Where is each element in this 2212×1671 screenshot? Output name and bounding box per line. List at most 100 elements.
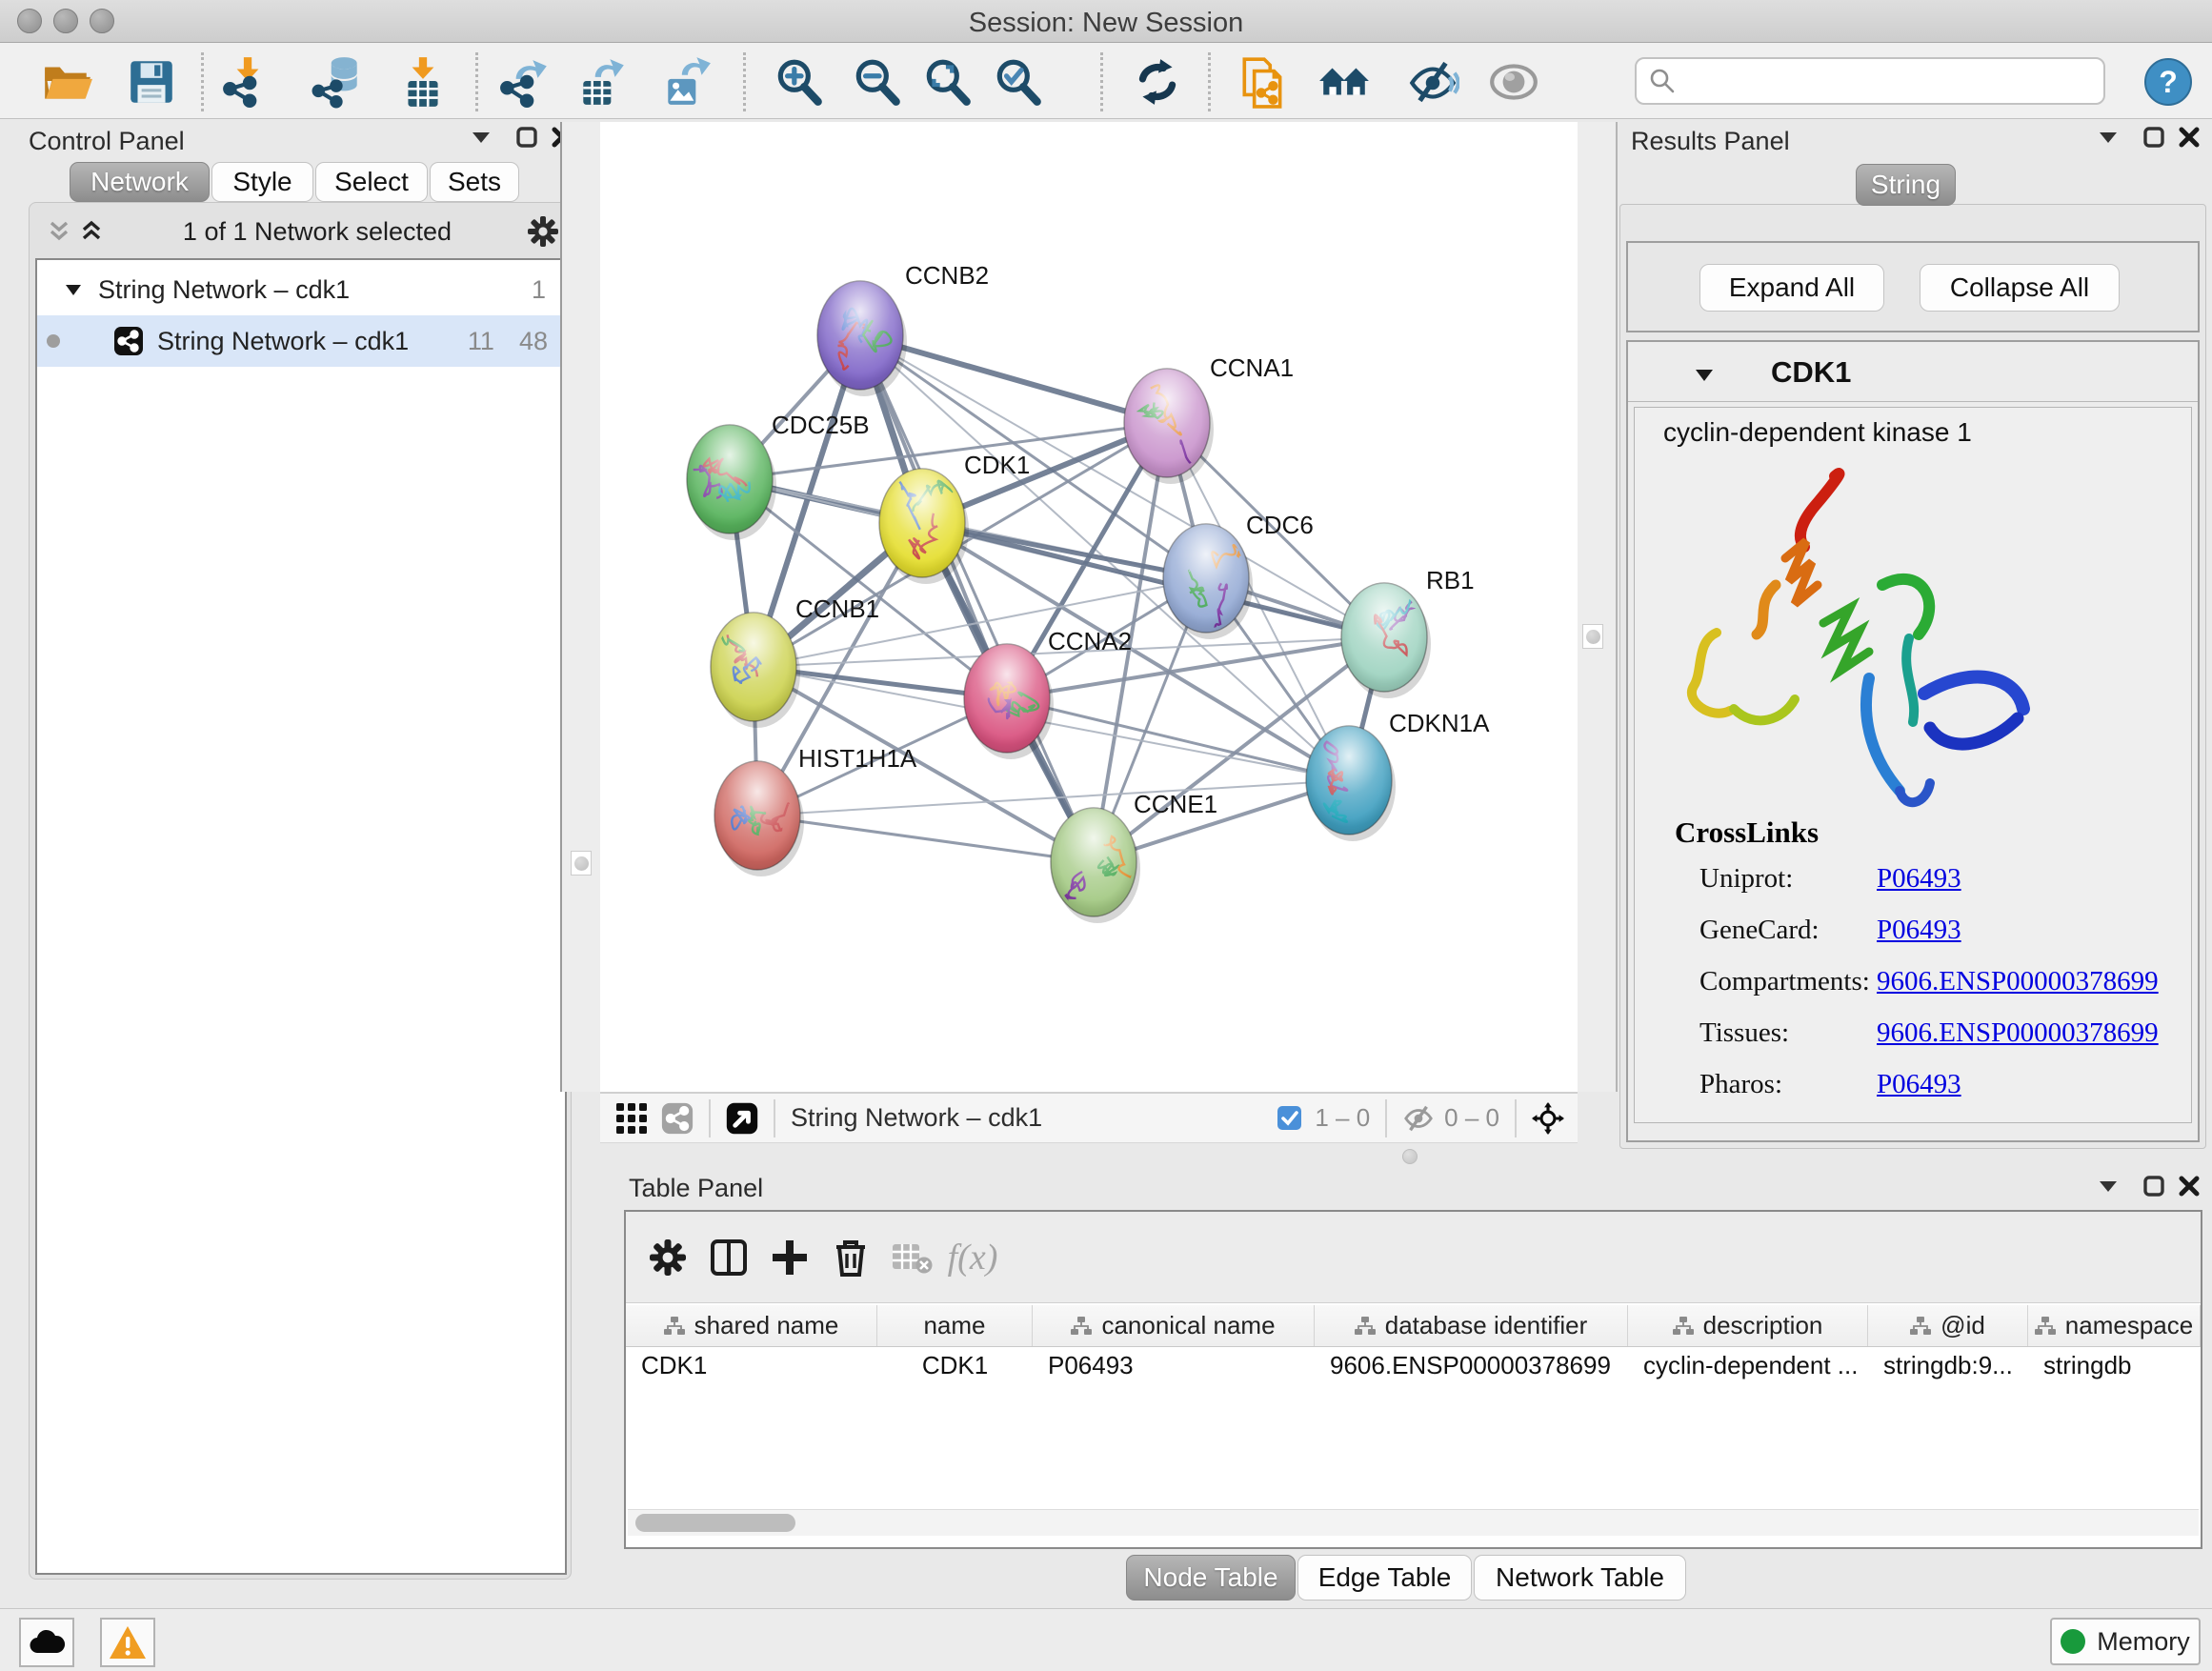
network-node-cdkn1a[interactable] — [1306, 726, 1396, 841]
network-node-hist1h1a[interactable] — [714, 761, 804, 876]
collapse-all-button[interactable]: Collapse All — [1920, 264, 2120, 312]
column-header-canonical-name[interactable]: canonical name — [1033, 1305, 1315, 1346]
crosslink-value-link[interactable]: P06493 — [1877, 863, 1961, 895]
search-input[interactable] — [1635, 57, 2105, 105]
tab-network[interactable]: Network — [70, 162, 210, 202]
network-node-rb1[interactable] — [1341, 582, 1431, 698]
table-cell[interactable]: CDK1 — [877, 1347, 1033, 1387]
column-header-shared-name[interactable]: shared name — [626, 1305, 877, 1346]
birdseye-view-icon[interactable] — [726, 1102, 758, 1135]
network-collection-row[interactable]: String Network – cdk1 1 — [37, 264, 565, 315]
hidden-eye-icon[interactable] — [1402, 1102, 1435, 1135]
network-edge[interactable] — [757, 815, 1094, 862]
section-collapse-icon[interactable] — [1695, 367, 1714, 384]
column-header-label: description — [1703, 1311, 1823, 1340]
toolbar-separator — [201, 52, 204, 111]
import-network-file-icon[interactable] — [220, 55, 273, 109]
tab-select[interactable]: Select — [315, 162, 428, 202]
column-header-database-identifier[interactable]: database identifier — [1315, 1305, 1628, 1346]
node-count: 11 — [468, 327, 494, 356]
table-cell[interactable]: cyclin-dependent ... — [1628, 1347, 1868, 1387]
right-splitter[interactable] — [1578, 122, 1618, 1092]
clone-network-icon[interactable] — [1237, 55, 1290, 109]
network-row[interactable]: String Network – cdk1 11 48 — [37, 315, 565, 367]
crosslink-value-link[interactable]: 9606.ENSP00000378699 — [1877, 966, 2159, 997]
table-gear-icon[interactable] — [637, 1227, 698, 1288]
network-edge[interactable] — [1007, 698, 1349, 780]
export-network-icon[interactable] — [498, 55, 552, 109]
right-splitter-handle[interactable] — [1582, 624, 1603, 649]
expand-all-button[interactable]: Expand All — [1699, 264, 1884, 312]
network-node-ccnb1[interactable] — [711, 613, 800, 728]
collapse-all-icon[interactable] — [43, 215, 75, 248]
memory-button[interactable]: Memory — [2050, 1618, 2201, 1665]
hud-eye-icon[interactable] — [1406, 55, 1459, 109]
open-session-icon[interactable] — [40, 55, 93, 109]
home-icon[interactable] — [1317, 55, 1371, 109]
tab-network-table[interactable]: Network Table — [1474, 1555, 1686, 1601]
network-canvas[interactable]: CCNB2CCNA1CDC25BCDK1CDC6RB1CCNB1CCNA2CDK… — [600, 122, 1578, 1092]
add-column-icon[interactable] — [759, 1227, 820, 1288]
bottom-splitter-handle[interactable] — [1402, 1149, 1418, 1164]
column-header-description[interactable]: description — [1628, 1305, 1868, 1346]
import-table-file-icon[interactable] — [396, 55, 450, 109]
maximize-panel-icon[interactable] — [511, 121, 543, 153]
scrollbar-thumb[interactable] — [635, 1514, 795, 1532]
close-panel-icon[interactable] — [2173, 1170, 2205, 1202]
selected-checkbox-icon[interactable] — [1273, 1102, 1305, 1135]
network-edge[interactable] — [860, 335, 1094, 862]
left-splitter-handle[interactable] — [571, 851, 592, 876]
crosslink-value-link[interactable]: 9606.ENSP00000378699 — [1877, 1017, 2159, 1049]
table-cell[interactable]: stringdb:9... — [1868, 1347, 2028, 1387]
network-node-ccnb2[interactable] — [817, 281, 907, 396]
column-header--id[interactable]: @id — [1868, 1305, 2028, 1346]
import-network-database-icon[interactable] — [312, 55, 365, 109]
float-panel-icon[interactable] — [2092, 121, 2124, 153]
expand-all-icon[interactable] — [75, 215, 108, 248]
column-header-namespace[interactable]: namespace — [2028, 1305, 2201, 1346]
network-node-ccna2[interactable] — [964, 644, 1054, 759]
tab-style[interactable]: Style — [211, 162, 313, 202]
table-cell[interactable]: P06493 — [1033, 1347, 1315, 1387]
float-panel-icon[interactable] — [2092, 1170, 2124, 1202]
horizontal-scrollbar[interactable] — [628, 1509, 2199, 1536]
float-panel-icon[interactable] — [465, 121, 497, 153]
maximize-panel-icon[interactable] — [2138, 1170, 2170, 1202]
cloud-button[interactable] — [19, 1618, 74, 1667]
network-node-ccne1[interactable] — [1051, 808, 1149, 923]
table-cell[interactable]: 9606.ENSP00000378699 — [1315, 1347, 1628, 1387]
maximize-panel-icon[interactable] — [2138, 121, 2170, 153]
export-image-icon[interactable] — [660, 55, 714, 109]
tab-string[interactable]: String — [1856, 164, 1956, 206]
column-header-name[interactable]: name — [877, 1305, 1033, 1346]
presentation-orb-icon[interactable] — [1487, 55, 1540, 109]
node-result-section: CDK1 cyclin-dependent kinase 1 — [1626, 340, 2200, 1142]
export-table-icon[interactable] — [575, 55, 629, 109]
tab-edge-table[interactable]: Edge Table — [1297, 1555, 1472, 1601]
table-cell[interactable]: stringdb — [2028, 1347, 2201, 1387]
help-icon[interactable]: ? — [2142, 55, 2195, 109]
grid-view-icon[interactable] — [615, 1102, 648, 1135]
close-panel-icon[interactable] — [2173, 121, 2205, 153]
split-table-icon[interactable] — [698, 1227, 759, 1288]
crosslink-value-link[interactable]: P06493 — [1877, 1069, 1961, 1100]
left-splitter[interactable] — [560, 122, 600, 1092]
network-node-cdk1[interactable] — [879, 469, 969, 584]
tab-node-table[interactable]: Node Table — [1126, 1555, 1296, 1601]
tab-sets[interactable]: Sets — [430, 162, 519, 202]
gear-icon[interactable] — [527, 215, 559, 248]
save-session-icon[interactable] — [125, 55, 178, 109]
pan-crosshair-icon[interactable] — [1532, 1102, 1564, 1135]
zoom-fit-icon[interactable] — [921, 55, 975, 109]
tree-expand-icon[interactable] — [64, 280, 83, 299]
refresh-view-icon[interactable] — [1131, 55, 1184, 109]
zoom-in-icon[interactable] — [773, 55, 826, 109]
warning-button[interactable] — [100, 1618, 155, 1667]
table-row[interactable]: CDK1CDK1P064939606.ENSP00000378699cyclin… — [626, 1347, 2201, 1387]
delete-column-icon[interactable] — [820, 1227, 881, 1288]
network-view-icon[interactable] — [661, 1102, 694, 1135]
table-cell[interactable]: CDK1 — [626, 1347, 877, 1387]
crosslink-value-link[interactable]: P06493 — [1877, 915, 1961, 946]
zoom-selected-icon[interactable] — [992, 55, 1045, 109]
zoom-out-icon[interactable] — [851, 55, 904, 109]
